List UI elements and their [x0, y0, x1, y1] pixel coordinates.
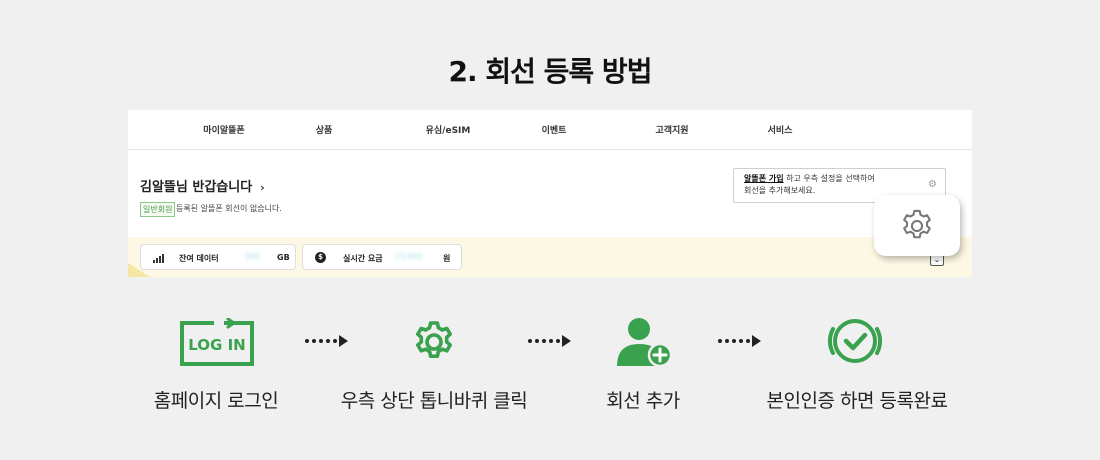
nav-item-services[interactable]: 서비스 — [768, 123, 793, 136]
arrow-right-icon — [718, 335, 761, 347]
step-label-add-line: 회선 추가 — [606, 390, 680, 412]
nav-item-events[interactable]: 이벤트 — [542, 123, 567, 136]
usage-band: 잔여 데이터 999 GB $ 실시간 요금 23,900 원 — [128, 237, 972, 277]
gear-zoom-card — [874, 195, 960, 256]
signup-link[interactable]: 알뜰폰 가입 — [744, 174, 784, 183]
step-label-login: 홈페이지 로그인 — [153, 390, 279, 412]
login-icon: LOG IN — [180, 318, 254, 366]
member-note: 등록된 알뜰폰 회선이 없습니다. — [176, 204, 282, 213]
greeting[interactable]: 김알뜰님 반갑습니다 › — [140, 176, 265, 195]
login-icon-text: LOG IN — [188, 336, 245, 354]
member-badge: 일반회원 — [140, 202, 176, 217]
data-unit: GB — [277, 253, 290, 262]
page-title: 2. 회선 등록 방법 — [448, 55, 653, 88]
fee-label: 실시간 요금 — [343, 254, 383, 263]
fee-unit: 원 — [443, 254, 451, 263]
nav-item-usim[interactable]: 유심/eSIM — [426, 123, 471, 136]
arrow-right-icon — [528, 335, 571, 347]
nav-item-my[interactable]: 마이알뜰폰 — [203, 123, 244, 136]
arrow-right-icon — [305, 335, 348, 347]
fee-pill: $ 실시간 요금 23,900 원 — [302, 244, 462, 270]
chevron-right-icon: › — [260, 181, 265, 194]
tip-text-1: 하고 우측 설정을 선택하여 — [783, 174, 875, 183]
gear-icon[interactable]: ⚙ — [928, 179, 937, 191]
top-nav: 마이알뜰폰 상품 유심/eSIM 이벤트 고객지원 서비스 — [128, 110, 972, 150]
signal-icon — [153, 254, 165, 263]
greeting-text: 김알뜰님 반갑습니다 — [140, 180, 253, 195]
step-label-gear: 우측 상단 톱니바퀴 클릭 — [340, 390, 528, 412]
step-label-verify: 본인인증 하면 등록완료 — [766, 390, 948, 412]
data-pill: 잔여 데이터 999 GB — [140, 244, 296, 270]
gear-icon — [416, 321, 452, 358]
won-icon: $ — [315, 252, 326, 263]
fee-value: 23,900 — [395, 252, 423, 261]
nav-item-support[interactable]: 고객지원 — [655, 123, 688, 136]
data-label: 잔여 데이터 — [179, 254, 219, 263]
settings-gear-icon — [903, 209, 931, 239]
verified-check-icon — [827, 319, 883, 363]
site-screenshot: 마이알뜰폰 상품 유심/eSIM 이벤트 고객지원 서비스 김알뜰님 반갑습니다… — [128, 110, 972, 277]
nav-item-products[interactable]: 상품 — [316, 123, 333, 136]
data-value: 999 — [245, 252, 261, 261]
add-user-icon — [617, 318, 673, 368]
